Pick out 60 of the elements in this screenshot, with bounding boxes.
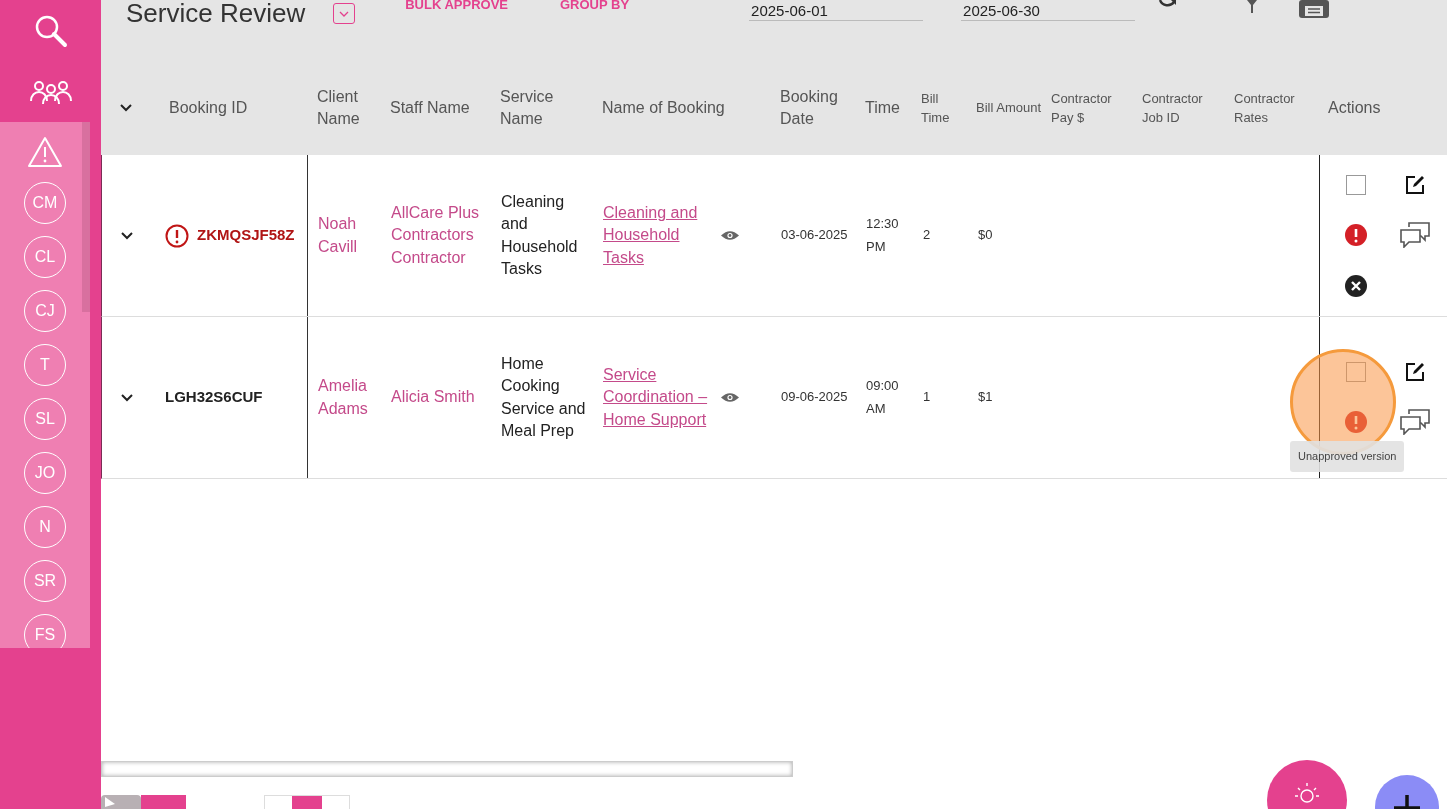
error-icon[interactable] bbox=[1344, 222, 1368, 247]
client-name: Amelia Adams bbox=[317, 376, 369, 419]
title-dropdown-button[interactable] bbox=[333, 3, 356, 24]
print-icon[interactable] bbox=[1299, 0, 1330, 20]
column-header: Booking ID bbox=[168, 97, 249, 118]
eye-icon[interactable] bbox=[721, 392, 739, 403]
people-icon bbox=[29, 78, 72, 105]
booking-date: 09-06-2025 bbox=[780, 388, 849, 407]
service-name: Cleaning and Household Tasks bbox=[500, 191, 579, 279]
column-header: Name of Booking bbox=[601, 97, 726, 118]
column-header: Staff Name bbox=[389, 97, 471, 118]
comments-icon[interactable] bbox=[1400, 221, 1430, 248]
play-icon bbox=[105, 797, 115, 807]
chevron-down-icon[interactable] bbox=[120, 393, 133, 402]
booking-date: 03-06-2025 bbox=[780, 226, 849, 245]
comments-icon[interactable] bbox=[1400, 408, 1430, 435]
page-title: Service Review bbox=[126, 0, 306, 26]
column-header: Actions bbox=[1327, 97, 1382, 118]
column-header: Time bbox=[864, 97, 901, 118]
filter-icon[interactable] bbox=[1247, 0, 1258, 14]
booking-time: 12:30 PM bbox=[865, 215, 900, 256]
approve-checkbox[interactable] bbox=[1346, 361, 1366, 382]
booking-id: LGH32S6CUF bbox=[165, 387, 263, 408]
alert-icon bbox=[165, 223, 189, 248]
column-header: Bill Time bbox=[920, 89, 951, 127]
toolbar-button[interactable]: BULK APPROVE bbox=[405, 0, 508, 10]
booking-link[interactable]: Cleaning and Household Tasks bbox=[603, 201, 711, 270]
date-from-field[interactable]: 2025-06-01 bbox=[749, 0, 924, 21]
approve-checkbox[interactable] bbox=[1346, 174, 1366, 195]
column-header: Client Name bbox=[316, 86, 361, 129]
column-header: Contractor Job ID bbox=[1141, 89, 1204, 127]
tooltip: Unapproved version bbox=[1290, 441, 1405, 472]
page-selector[interactable] bbox=[264, 795, 350, 809]
booking-id: ZKMQSJF58Z bbox=[197, 225, 295, 246]
scrollbar[interactable] bbox=[82, 122, 90, 312]
column-header: Contractor Rates bbox=[1233, 89, 1296, 127]
chevron-down-icon bbox=[339, 10, 350, 17]
client-name: Noah Cavill bbox=[317, 214, 359, 257]
edit-icon[interactable] bbox=[1404, 173, 1426, 196]
bill-amount: $1 bbox=[977, 388, 994, 407]
service-name: Home Cooking Service and Meal Prep bbox=[500, 353, 587, 441]
staff-name: Alicia Smith bbox=[390, 387, 476, 408]
bill-time: 1 bbox=[922, 388, 932, 407]
chevron-down-icon[interactable] bbox=[119, 103, 132, 112]
column-header: Bill Amount bbox=[975, 99, 1042, 117]
staff-name: AllCare Plus Contractors Contractor bbox=[390, 202, 481, 268]
eye-icon[interactable] bbox=[721, 230, 739, 241]
edit-icon[interactable] bbox=[1404, 360, 1426, 383]
column-header: Booking Date bbox=[779, 86, 839, 129]
bill-time: 2 bbox=[922, 226, 932, 245]
toolbar-button[interactable]: GROUP BY bbox=[560, 0, 630, 10]
booking-link[interactable]: Service Coordination – Home Support bbox=[603, 363, 711, 432]
date-to-field[interactable]: 2025-06-30 bbox=[961, 0, 1136, 21]
horizontal-scrollbar[interactable] bbox=[101, 761, 793, 777]
column-header: Service Name bbox=[499, 86, 555, 129]
chevron-down-icon[interactable] bbox=[120, 231, 133, 240]
booking-time: 09:00 AM bbox=[865, 377, 900, 418]
bill-amount: $0 bbox=[977, 226, 994, 245]
column-header: Contractor Pay $ bbox=[1050, 89, 1113, 127]
cancel-icon[interactable] bbox=[1344, 273, 1368, 298]
